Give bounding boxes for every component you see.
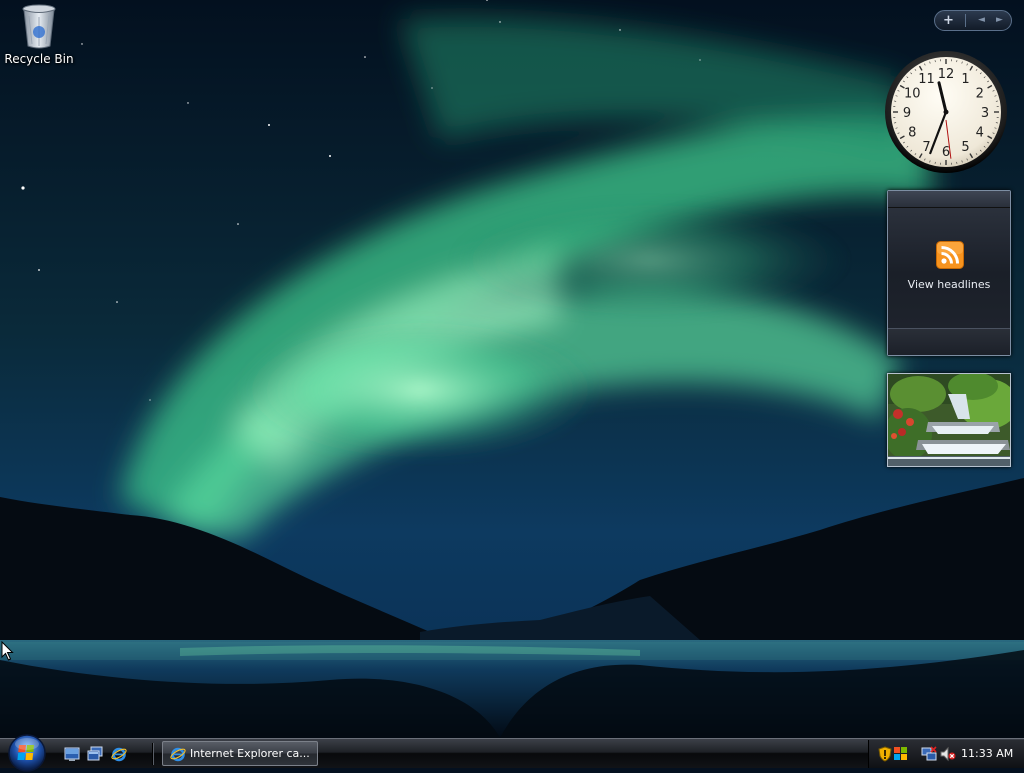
notification-area: 11:33 AM (868, 740, 1024, 768)
mouse-cursor-icon (1, 641, 14, 661)
feed-headlines-gadget[interactable]: View headlines (887, 190, 1011, 356)
sidebar-controls-divider (965, 14, 966, 27)
feeds-gadget-header (888, 191, 1010, 208)
clock-numeral: 4 (976, 126, 984, 141)
security-shield-icon[interactable] (877, 746, 893, 762)
recycle-bin-label: Recycle Bin (4, 52, 74, 66)
clock-numeral: 2 (976, 87, 984, 102)
slideshow-gadget[interactable] (887, 373, 1011, 467)
desktop[interactable]: Recycle Bin + ◄ ► 121234567891011 (0, 0, 1024, 738)
quick-launch-separator (152, 743, 154, 765)
clock-gadget[interactable]: 121234567891011 (884, 50, 1008, 174)
clock-numeral: 10 (904, 87, 921, 102)
taskbar: Internet Explorer ca... 11:33 AM (0, 738, 1024, 768)
recycle-bin-icon (20, 2, 58, 50)
clock-numeral: 8 (908, 126, 916, 141)
taskbar-clock[interactable]: 11:33 AM (961, 747, 1013, 760)
start-button[interactable] (7, 733, 47, 773)
rss-icon (936, 241, 964, 269)
clock-numeral: 9 (903, 106, 911, 121)
feeds-gadget-footer (888, 328, 1010, 355)
sidebar-controls: + ◄ ► (934, 10, 1012, 31)
taskbar-button-internet-explorer[interactable]: Internet Explorer ca... (162, 741, 318, 766)
ie-icon (170, 746, 186, 762)
add-gadget-button[interactable]: + (943, 12, 954, 29)
ie-icon[interactable] (111, 746, 127, 762)
clock-numeral: 5 (961, 140, 969, 155)
clock-numeral: 3 (981, 106, 989, 121)
next-page-button[interactable]: ► (996, 12, 1003, 29)
network-icon[interactable] (921, 746, 937, 762)
clock-numeral: 11 (918, 72, 935, 87)
taskbar-button-label: Internet Explorer ca... (190, 747, 310, 760)
aurora-wallpaper (0, 0, 1024, 738)
view-headlines-link[interactable]: View headlines (888, 278, 1010, 291)
slideshow-photo-waterfall (888, 374, 1010, 466)
windows-security-icon[interactable] (893, 746, 909, 762)
clock-numeral: 12 (938, 67, 955, 82)
previous-page-button[interactable]: ◄ (978, 12, 985, 29)
volume-muted-icon[interactable] (940, 746, 956, 762)
clock-numeral: 1 (961, 72, 969, 87)
recycle-bin[interactable]: Recycle Bin (4, 2, 74, 66)
show-desktop-icon[interactable] (64, 746, 80, 762)
switch-windows-icon[interactable] (87, 746, 103, 762)
clock-numeral: 6 (942, 145, 950, 160)
